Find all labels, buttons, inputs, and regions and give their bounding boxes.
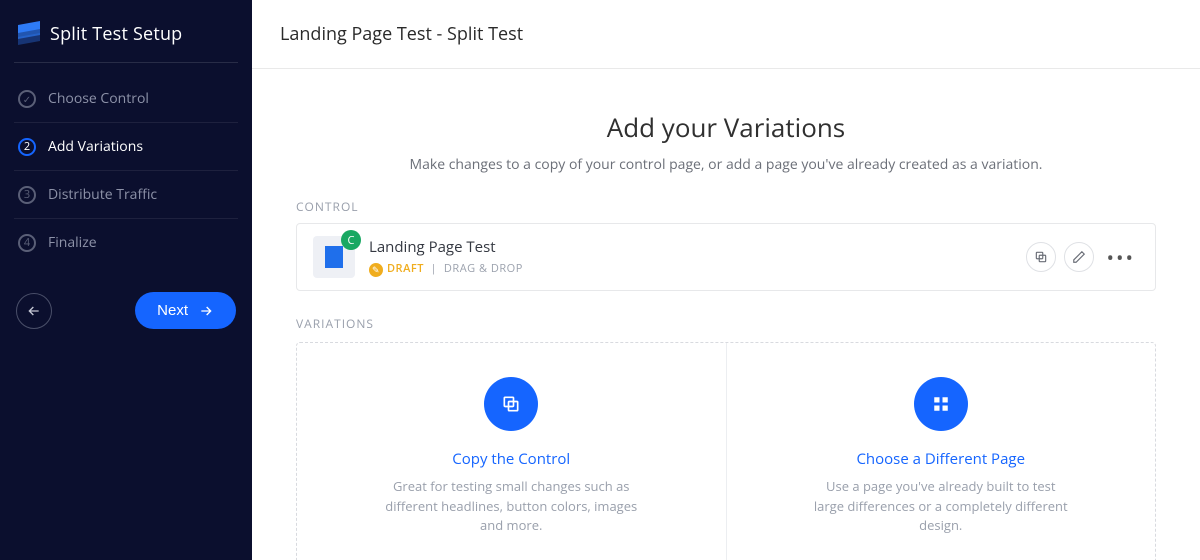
copy-icon: [501, 394, 521, 414]
variations-container: Copy the Control Great for testing small…: [296, 342, 1156, 560]
control-meta: DRAFT | DRAG & DROP: [369, 261, 1012, 276]
next-label: Next: [157, 302, 188, 319]
more-menu-button[interactable]: •••: [1102, 244, 1139, 271]
page-header: Landing Page Test - Split Test: [252, 0, 1200, 69]
copy-control-option[interactable]: Copy the Control Great for testing small…: [297, 343, 727, 560]
choose-page-option[interactable]: Choose a Different Page Use a page you'v…: [727, 343, 1156, 560]
check-icon: [18, 90, 36, 108]
step-finalize[interactable]: 4 Finalize: [14, 219, 238, 266]
option-title: Copy the Control: [325, 449, 698, 469]
step-number-icon: 4: [18, 234, 36, 252]
step-number-icon: 3: [18, 186, 36, 204]
back-button[interactable]: [16, 293, 52, 329]
step-number-icon: 2: [18, 138, 36, 156]
page-icon: [325, 246, 343, 268]
page-title: Landing Page Test - Split Test: [280, 22, 523, 46]
duplicate-button[interactable]: [1026, 242, 1056, 272]
sidebar-header: Split Test Setup: [14, 18, 238, 63]
logo-icon: [18, 23, 40, 45]
step-label: Finalize: [48, 233, 97, 252]
copy-icon: [1034, 250, 1048, 264]
control-thumbnail: C: [313, 236, 355, 278]
edit-button[interactable]: [1064, 242, 1094, 272]
sidebar: Split Test Setup Choose Control 2 Add Va…: [0, 0, 252, 560]
arrow-left-icon: [26, 303, 42, 319]
variations-section-label: VARIATIONS: [296, 315, 1156, 332]
sidebar-title: Split Test Setup: [50, 22, 182, 46]
hero-title: Add your Variations: [296, 109, 1156, 145]
option-desc: Great for testing small changes such as …: [381, 477, 641, 536]
next-button[interactable]: Next: [135, 292, 236, 329]
content-body: Add your Variations Make changes to a co…: [252, 69, 1200, 560]
control-status: DRAFT: [387, 261, 424, 276]
wizard-steps: Choose Control 2 Add Variations 3 Distri…: [14, 75, 238, 266]
control-section-label: CONTROL: [296, 198, 1156, 215]
control-card: C Landing Page Test DRAFT | DRAG & DROP …: [296, 223, 1156, 291]
step-choose-control[interactable]: Choose Control: [14, 75, 238, 123]
option-title: Choose a Different Page: [755, 449, 1128, 469]
draft-icon: [369, 263, 383, 277]
control-type: DRAG & DROP: [444, 261, 523, 276]
grid-icon: [932, 395, 950, 413]
step-label: Choose Control: [48, 89, 149, 108]
step-add-variations[interactable]: 2 Add Variations: [14, 123, 238, 171]
arrow-right-icon: [198, 303, 214, 319]
control-actions: •••: [1026, 242, 1139, 272]
hero-subtitle: Make changes to a copy of your control p…: [296, 155, 1156, 174]
step-label: Add Variations: [48, 137, 143, 156]
copy-icon-circle: [484, 377, 538, 431]
control-info: Landing Page Test DRAFT | DRAG & DROP: [369, 237, 1012, 276]
nav-buttons: Next: [14, 292, 238, 329]
grid-icon-circle: [914, 377, 968, 431]
control-name: Landing Page Test: [369, 237, 1012, 257]
step-label: Distribute Traffic: [48, 185, 157, 204]
pencil-icon: [1072, 250, 1086, 264]
step-distribute-traffic[interactable]: 3 Distribute Traffic: [14, 171, 238, 219]
main-content: Landing Page Test - Split Test Add your …: [252, 0, 1200, 560]
option-desc: Use a page you've already built to test …: [811, 477, 1071, 536]
control-badge: C: [341, 230, 361, 250]
